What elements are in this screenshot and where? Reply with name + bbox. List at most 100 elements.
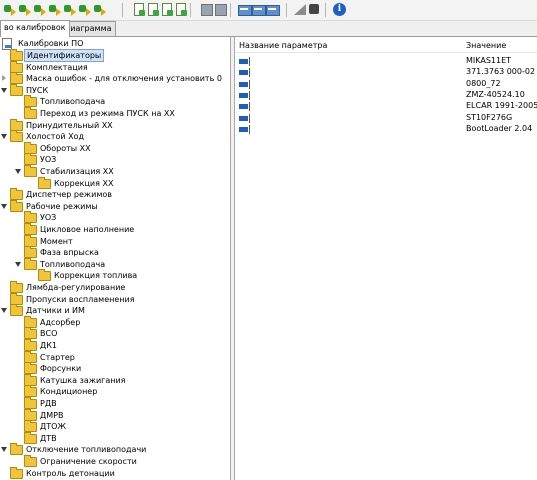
tree-item[interactable]: ДТВ <box>24 431 228 444</box>
tree-item[interactable]: Ограничение скорости <box>24 455 228 467</box>
import-icon[interactable] <box>3 3 16 16</box>
parameter-row[interactable]: BootLoader 2.04 <box>235 124 537 135</box>
tree-item[interactable]: УОЗ <box>24 153 228 166</box>
folder-icon <box>24 211 37 224</box>
tree-item[interactable]: Датчики и ИМ <box>1 304 228 317</box>
tree-item-label: РДВ <box>40 399 57 408</box>
tree-item[interactable]: Момент <box>24 234 228 247</box>
import-icon[interactable] <box>33 3 46 16</box>
toolbar <box>0 0 537 21</box>
tree-item[interactable]: Рабочие режимы <box>1 199 228 212</box>
collapse-arrow-icon[interactable] <box>1 203 7 209</box>
import-icon[interactable] <box>48 3 61 16</box>
folder-icon <box>10 49 23 61</box>
tree-item[interactable]: Принудительный ХХ <box>10 118 228 131</box>
tree-item[interactable]: Обороты ХХ <box>24 141 228 154</box>
tree-item[interactable]: Стабилизация ХХ <box>15 165 228 177</box>
tab-calibrations-tree[interactable]: во калибровок <box>0 20 70 37</box>
table-icon[interactable] <box>252 3 266 16</box>
parameter-row[interactable]: MIKAS11ET <box>235 56 537 67</box>
tree-item-label: Идентификаторы <box>24 49 105 62</box>
parameter-row[interactable]: ZMZ-40524.10 <box>235 90 537 101</box>
toolbar-separator <box>325 3 326 17</box>
tree-item[interactable]: Пропуски воспламенения <box>10 292 228 305</box>
tree-item[interactable]: Отключение топливоподачи <box>1 443 228 456</box>
book-icon[interactable] <box>308 3 321 16</box>
collapse-arrow-icon[interactable] <box>15 261 21 267</box>
calibration-tree[interactable]: Калибровки ПО Идентификаторы Комплектация М… <box>0 37 231 480</box>
tree-item[interactable]: Фаза впрыска <box>24 246 228 259</box>
sheet-icon[interactable] <box>146 3 159 16</box>
tree-item[interactable]: ВСО <box>24 327 228 340</box>
folder-icon <box>24 141 37 154</box>
parameter-value: 0800_72 <box>466 78 501 88</box>
tree-item-label: Топливоподача <box>40 97 106 107</box>
tree-item-label: Лямбда-регулирование <box>26 283 126 292</box>
folder-icon <box>10 281 23 293</box>
grey-icon[interactable] <box>214 3 227 16</box>
tree-item[interactable]: Топливоподача <box>24 95 228 108</box>
parameter-row[interactable]: ELCAR 1991-2005 <box>235 101 537 112</box>
folder-icon <box>38 269 51 282</box>
expand-arrow-icon[interactable] <box>2 75 6 82</box>
tree-item-label: Диспетчер режимов <box>26 190 112 200</box>
tree-item[interactable]: ДК1 <box>24 339 228 351</box>
collapse-arrow-icon[interactable] <box>1 134 7 140</box>
sheet-icon[interactable] <box>132 3 145 16</box>
table-icon[interactable] <box>266 3 280 16</box>
tree-item[interactable]: Комплектация <box>10 60 228 73</box>
tree-item[interactable]: ПУСК <box>1 83 228 96</box>
column-header-name[interactable]: Название параметра <box>239 41 327 50</box>
folder-icon <box>24 107 37 119</box>
ramp-icon[interactable] <box>294 3 307 16</box>
grey-icon[interactable] <box>200 3 213 16</box>
toolbar-separator <box>230 3 231 17</box>
parameter-row[interactable]: ST10F276G <box>235 113 537 124</box>
collapse-arrow-icon[interactable] <box>15 169 21 174</box>
tree-item[interactable]: Цикловое наполнение <box>24 223 228 235</box>
parameter-icon <box>239 90 250 100</box>
tree-item[interactable]: Стартер <box>24 350 228 363</box>
folder-icon <box>24 95 37 108</box>
tree-item[interactable]: Адсорбер <box>24 315 228 328</box>
tree-root[interactable]: Калибровки ПО <box>2 38 228 50</box>
tree-item[interactable]: Топливоподача <box>15 257 228 270</box>
tree-item[interactable]: Форсунки <box>24 362 228 375</box>
tree-item[interactable]: Переход из режима ПУСК на ХХ <box>24 107 228 119</box>
tree-item[interactable]: Катушка зажигания <box>24 373 228 386</box>
tree-item[interactable]: Маска ошибок - для отключения установить… <box>2 72 228 85</box>
table-icon[interactable] <box>238 3 252 16</box>
tree-item-label: Переход из режима ПУСК на ХХ <box>40 109 175 118</box>
tree-item-label: Датчики и ИМ <box>26 306 85 316</box>
folder-icon <box>10 118 23 131</box>
tree-item[interactable]: УОЗ <box>24 211 228 224</box>
tree-item-label: ВСО <box>40 329 58 339</box>
collapse-arrow-icon[interactable] <box>1 308 7 314</box>
import-icon[interactable] <box>18 3 31 16</box>
tree-item[interactable]: РДВ <box>24 397 228 409</box>
sheet-icon[interactable] <box>174 3 187 16</box>
tree-item[interactable]: Лямбда-регулирование <box>10 281 228 293</box>
info-icon[interactable] <box>333 3 346 16</box>
tree-item[interactable]: Холостой Ход <box>1 130 228 143</box>
tree-item[interactable]: ДМРВ <box>24 408 228 421</box>
tree-item[interactable]: Контроль детонации <box>10 466 228 479</box>
import-icon[interactable] <box>63 3 76 16</box>
sheet-icon[interactable] <box>160 3 173 16</box>
tree-item[interactable]: Кондиционер <box>24 385 228 398</box>
tree-item[interactable]: Идентификаторы <box>10 49 228 62</box>
tree-item-label: Калибровки ПО <box>18 39 84 48</box>
import-icon[interactable] <box>93 3 106 16</box>
collapse-arrow-icon[interactable] <box>1 87 7 93</box>
tree-item[interactable]: Коррекция топлива <box>38 269 228 282</box>
parameter-row[interactable]: 0800_72 <box>235 79 537 90</box>
column-header-value[interactable]: Значение <box>466 41 506 50</box>
toolbar-separator <box>286 3 287 17</box>
tree-item[interactable]: ДТОЖ <box>24 420 228 433</box>
parameter-row[interactable]: 371.3763 000-02 <box>235 67 537 78</box>
tree-item[interactable]: Коррекция ХХ <box>38 176 228 189</box>
collapse-arrow-icon[interactable] <box>1 447 7 453</box>
tree-item[interactable]: Диспетчер режимов <box>10 188 228 201</box>
tree-item-label: Фаза впрыска <box>40 248 99 258</box>
import-icon[interactable] <box>78 3 91 16</box>
